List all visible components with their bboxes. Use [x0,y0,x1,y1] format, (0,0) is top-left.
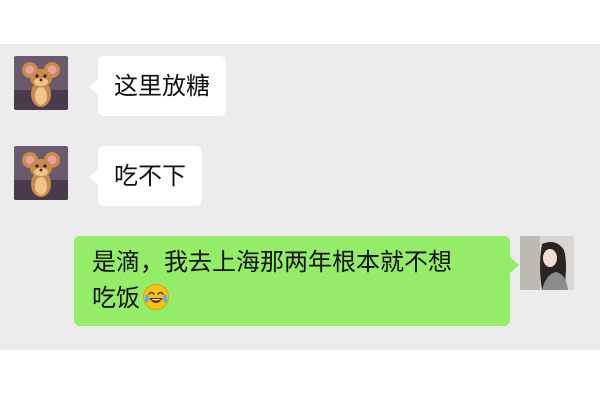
message-text-line-2: 吃饭 [92,280,492,316]
cartoon-mouse-avatar[interactable] [14,146,68,200]
girl-photo-avatar[interactable] [520,236,574,290]
cartoon-mouse-avatar[interactable] [14,56,68,110]
message-text-line-2-text: 吃饭 [92,284,140,312]
message-bubble-incoming[interactable]: 吃不下 [89,146,202,206]
crying-laughing-emoji-icon [142,283,170,311]
chat-area: 这里放糖 吃不下 是滴，我去上海那两年根本就不想 吃饭 [0,44,600,350]
message-text: 吃不下 [114,162,186,190]
message-bubble-incoming[interactable]: 这里放糖 [89,56,226,116]
message-text-line-1: 是滴，我去上海那两年根本就不想 [92,248,452,276]
message-text: 这里放糖 [114,72,210,100]
message-bubble-outgoing[interactable]: 是滴，我去上海那两年根本就不想 吃饭 [74,236,519,326]
